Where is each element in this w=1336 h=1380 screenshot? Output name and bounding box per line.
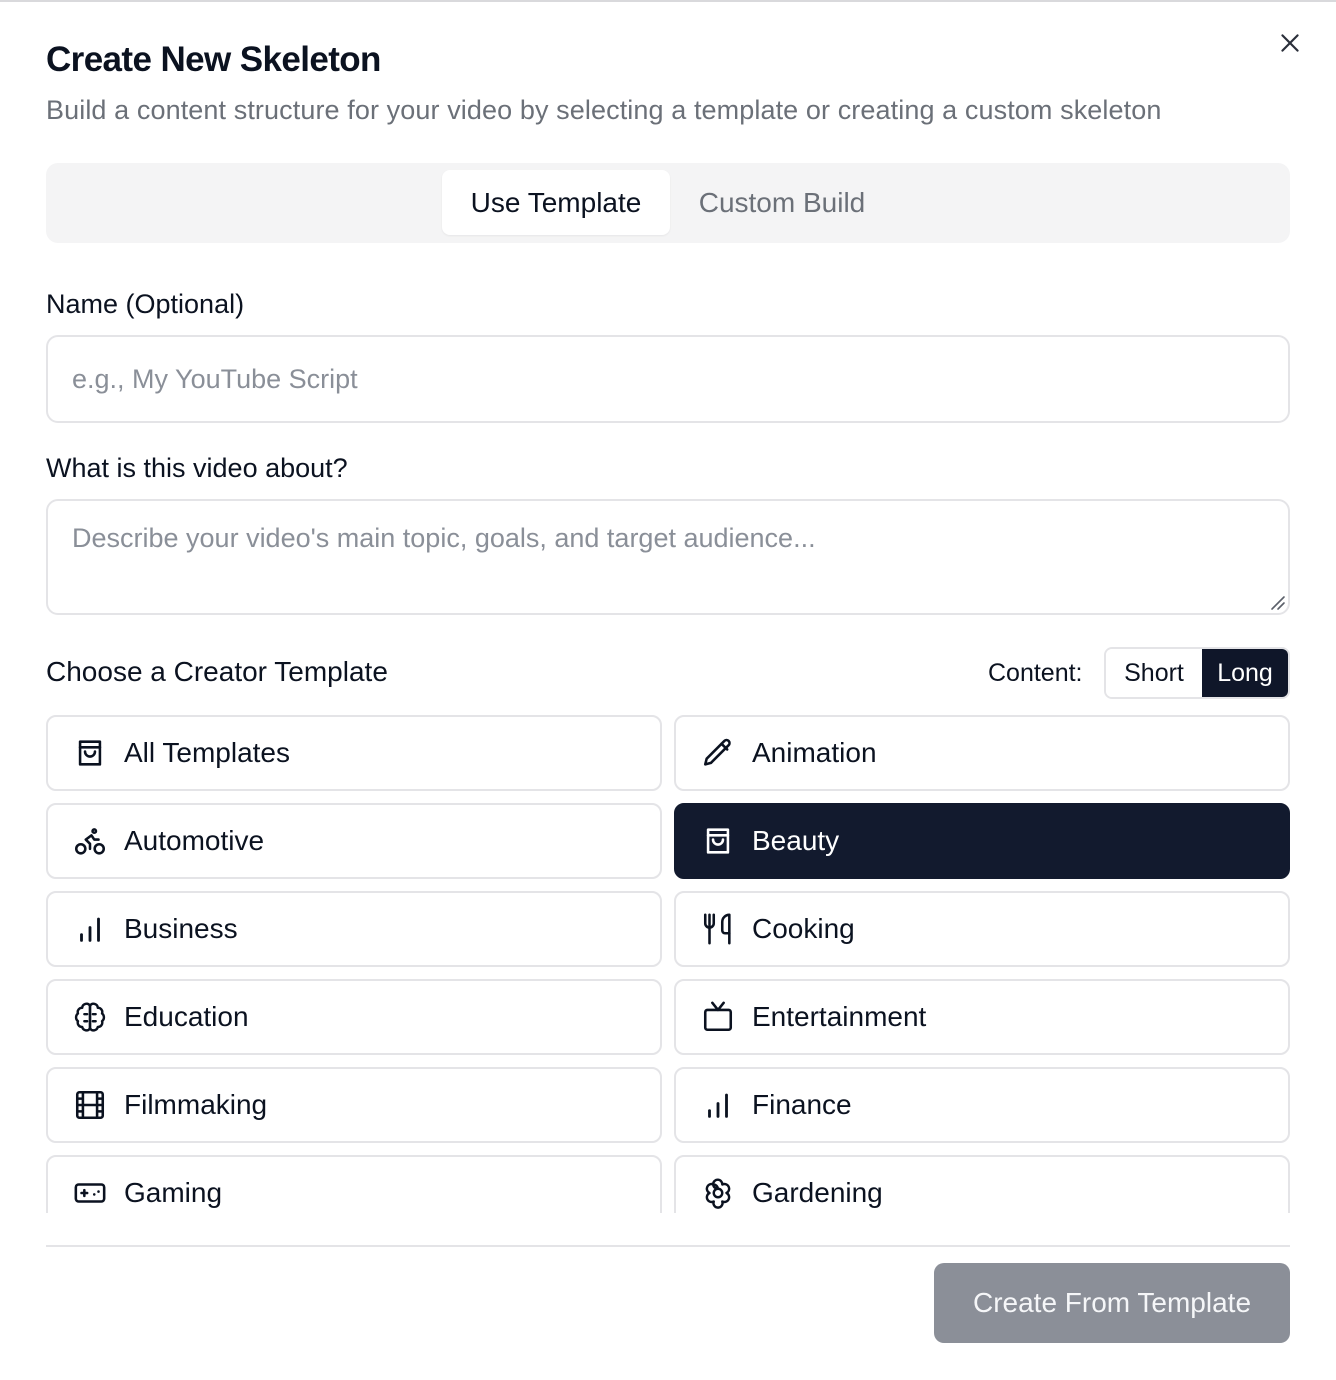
- film-icon: [72, 1087, 108, 1123]
- content-length-label: Content:: [988, 659, 1083, 687]
- name-input[interactable]: [46, 335, 1290, 423]
- bike-icon: [72, 823, 108, 859]
- template-grid-scroll[interactable]: All Templates Animation Automotive Beaut…: [46, 715, 1290, 1213]
- template-card-gardening[interactable]: Gardening: [674, 1155, 1290, 1213]
- footer-divider: [46, 1245, 1290, 1247]
- resize-grip-icon[interactable]: [1268, 593, 1286, 611]
- create-skeleton-dialog: Create New Skeleton Build a content stru…: [0, 0, 1336, 1380]
- about-label: What is this video about?: [46, 453, 348, 483]
- template-label: Gardening: [752, 1177, 883, 1208]
- tv-icon: [700, 999, 736, 1035]
- template-card-gaming[interactable]: Gaming: [46, 1155, 662, 1213]
- template-card-entertainment[interactable]: Entertainment: [674, 979, 1290, 1055]
- template-card-business[interactable]: Business: [46, 891, 662, 967]
- dialog-title: Create New Skeleton: [46, 40, 381, 79]
- close-icon: [1281, 34, 1299, 52]
- template-card-cooking[interactable]: Cooking: [674, 891, 1290, 967]
- template-label: Cooking: [752, 913, 855, 944]
- template-label: Automotive: [124, 825, 265, 856]
- template-card-filmmaking[interactable]: Filmmaking: [46, 1067, 662, 1143]
- bar-chart-icon: [700, 1087, 736, 1123]
- template-label: Animation: [752, 737, 877, 768]
- mode-tabs: Use Template Custom Build: [46, 163, 1290, 243]
- tab-custom-build[interactable]: Custom Build: [672, 170, 892, 235]
- template-label: Entertainment: [752, 1001, 927, 1032]
- template-label: Business: [124, 913, 238, 944]
- template-label: Education: [124, 1001, 249, 1032]
- content-short-option[interactable]: Short: [1106, 649, 1202, 697]
- create-from-template-button[interactable]: Create From Template: [934, 1263, 1290, 1343]
- close-button[interactable]: [1274, 27, 1306, 59]
- template-label: Finance: [752, 1089, 852, 1120]
- template-card-finance[interactable]: Finance: [674, 1067, 1290, 1143]
- dialog-subtitle: Build a content structure for your video…: [46, 95, 1162, 125]
- gamepad-icon: [72, 1175, 108, 1211]
- utensils-icon: [700, 911, 736, 947]
- template-card-all-templates[interactable]: All Templates: [46, 715, 662, 791]
- flower-icon: [700, 1175, 736, 1211]
- template-label: Gaming: [124, 1177, 223, 1208]
- template-card-automotive[interactable]: Automotive: [46, 803, 662, 879]
- content-length-toggle: Short Long: [1104, 647, 1290, 699]
- template-label: All Templates: [124, 737, 291, 768]
- brain-icon: [72, 999, 108, 1035]
- template-card-animation[interactable]: Animation: [674, 715, 1290, 791]
- about-textarea[interactable]: [46, 499, 1290, 615]
- template-card-education[interactable]: Education: [46, 979, 662, 1055]
- pencil-icon: [700, 735, 736, 771]
- shopping-bag-icon: [700, 823, 736, 859]
- shopping-bag-icon: [72, 735, 108, 771]
- template-label: Filmmaking: [124, 1089, 268, 1120]
- bar-chart-icon: [72, 911, 108, 947]
- template-card-beauty[interactable]: Beauty: [674, 803, 1290, 879]
- content-long-option[interactable]: Long: [1202, 649, 1288, 697]
- tab-use-template[interactable]: Use Template: [442, 170, 670, 235]
- templates-heading: Choose a Creator Template: [46, 656, 388, 687]
- name-label: Name (Optional): [46, 289, 245, 319]
- template-label: Beauty: [752, 825, 840, 856]
